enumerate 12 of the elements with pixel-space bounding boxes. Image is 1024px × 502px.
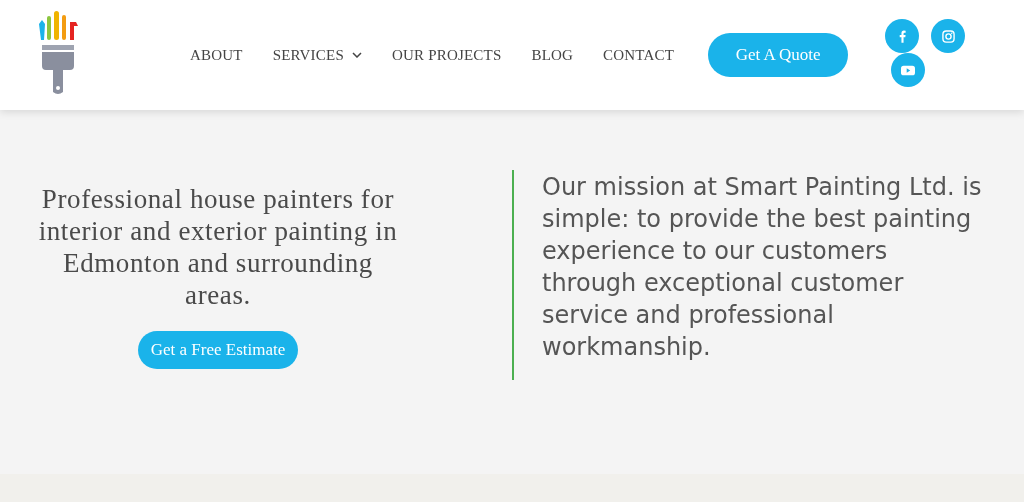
nav-link[interactable]: SERVICES bbox=[272, 46, 362, 64]
youtube-icon[interactable] bbox=[891, 53, 926, 87]
nav-link[interactable]: ABOUT bbox=[190, 46, 243, 64]
chevron-down-icon bbox=[351, 52, 362, 58]
hero-headline: Professional house painters for interior and exterior painting in Edmonton and surrounding areas. bbox=[37, 183, 399, 311]
nav-link[interactable]: OUR PROJECTS bbox=[391, 46, 502, 64]
nav-link[interactable]: CONTACT bbox=[603, 46, 675, 64]
facebook-icon[interactable] bbox=[885, 19, 920, 53]
paintbrush-logo-icon[interactable] bbox=[37, 10, 79, 94]
instagram-icon[interactable] bbox=[931, 19, 966, 53]
mission-statement: Our mission at Smart Painting Ltd. is simple: to provide the best painting experience to our customers through exceptional customer service and professional workmanship. bbox=[542, 172, 983, 363]
nav-link[interactable]: BLOG bbox=[531, 46, 574, 64]
